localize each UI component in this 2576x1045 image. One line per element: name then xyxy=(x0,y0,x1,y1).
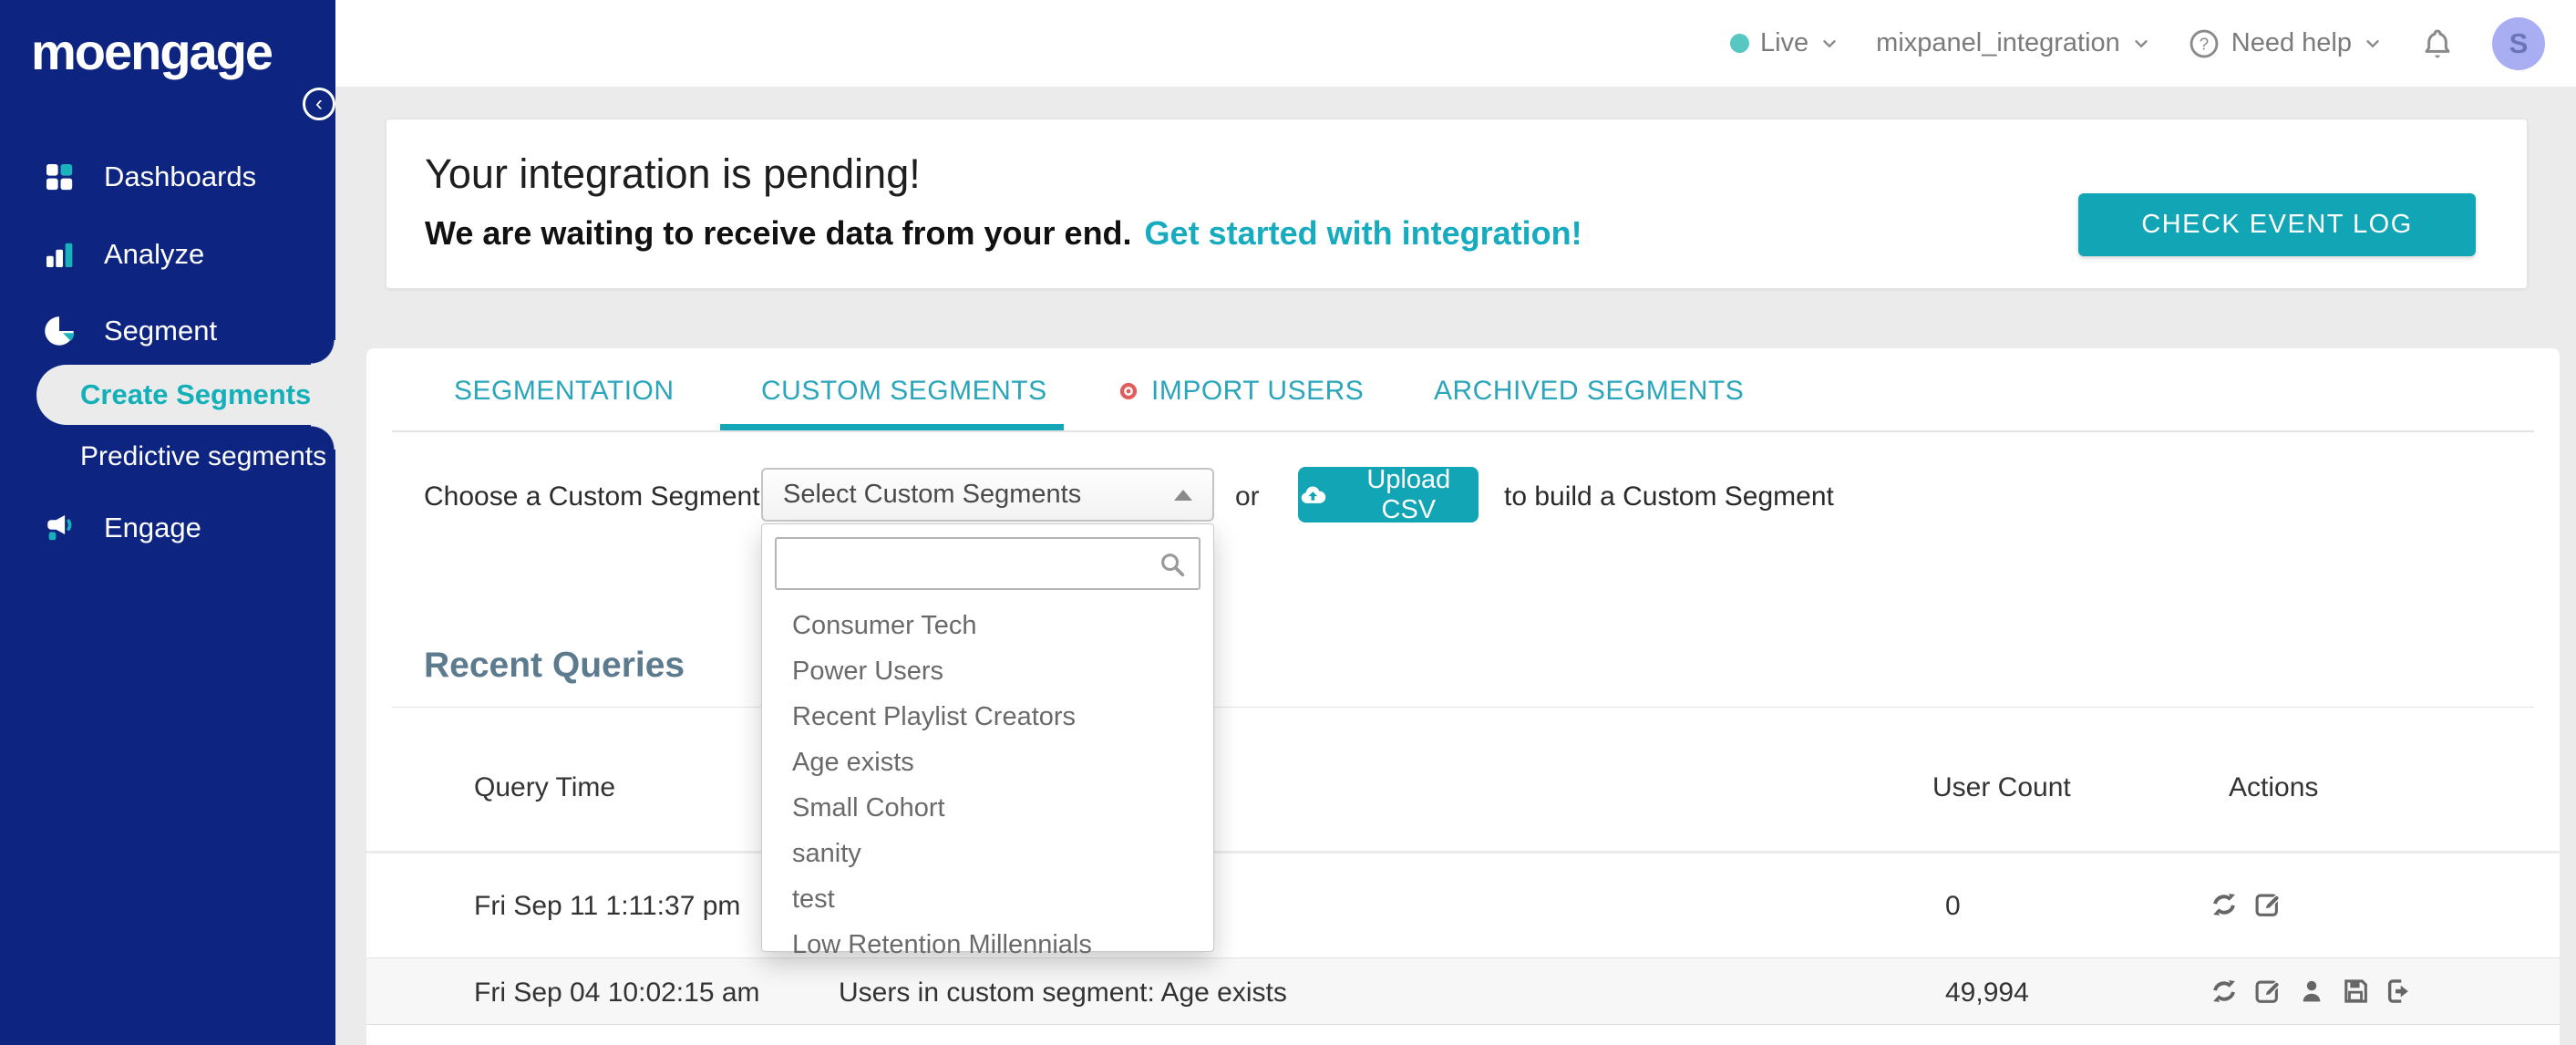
query-time-cell: Fri Sep 11 1:11:37 pm xyxy=(474,891,741,921)
search-icon xyxy=(1161,554,1185,577)
query-time-cell: Fri Sep 04 10:02:15 am xyxy=(474,978,760,1008)
refresh-icon[interactable] xyxy=(2209,976,2240,1007)
top-bar-right: Live mixpanel_integration ? Need help S xyxy=(1729,0,2545,87)
row-actions xyxy=(2209,976,2415,1007)
search-input[interactable] xyxy=(775,537,1200,590)
chevron-down-icon xyxy=(1823,39,1836,47)
pie-chart-icon xyxy=(45,316,75,346)
select-value: Select Custom Segments xyxy=(783,480,1082,509)
workspace-label: mixpanel_integration xyxy=(1876,28,2120,57)
tab-label: CUSTOM SEGMENTS xyxy=(761,376,1047,406)
active-tab-underline xyxy=(720,424,1064,430)
row-actions xyxy=(2209,889,2283,920)
sidebar-item-dashboards[interactable]: Dashboards xyxy=(0,149,335,205)
tab-label: ARCHIVED SEGMENTS xyxy=(1434,376,1745,406)
recent-queries-heading: Recent Queries xyxy=(424,646,685,685)
integration-banner: Your integration is pending! We are wait… xyxy=(386,119,2528,289)
save-icon[interactable] xyxy=(2340,976,2371,1007)
sidebar-corner-notch xyxy=(311,425,335,450)
help-label: Need help xyxy=(2231,28,2352,57)
bar-chart-icon xyxy=(46,243,73,267)
custom-segment-select[interactable]: Select Custom Segments xyxy=(761,468,1214,522)
column-header-user-count: User Count xyxy=(1932,772,2071,802)
tab-segmentation[interactable]: SEGMENTATION xyxy=(454,376,675,407)
tab-import-users[interactable]: IMPORT USERS xyxy=(1117,376,1364,407)
caret-up-icon xyxy=(1174,489,1192,501)
check-event-log-button[interactable]: CHECK EVENT LOG xyxy=(2078,193,2476,256)
top-bar: Live mixpanel_integration ? Need help S xyxy=(0,0,2576,87)
dropdown-option[interactable]: Low Retention Millennials xyxy=(762,922,1213,967)
upload-csv-button[interactable]: Upload CSV xyxy=(1298,464,1479,524)
grid-icon xyxy=(46,164,73,191)
target-icon xyxy=(1119,382,1138,400)
live-status-dot xyxy=(1729,34,1749,53)
cloud-upload-icon xyxy=(1301,485,1326,503)
column-header-query-time: Query Time xyxy=(474,772,616,802)
tab-label: IMPORT USERS xyxy=(1151,376,1365,406)
export-icon[interactable] xyxy=(2384,976,2415,1007)
table-header-divider xyxy=(366,851,2560,854)
dropdown-option[interactable]: Recent Playlist Creators xyxy=(762,694,1213,740)
row-divider xyxy=(366,1024,2560,1025)
environment-switcher[interactable]: Live xyxy=(1729,28,1839,58)
bell-icon[interactable] xyxy=(2419,26,2456,62)
tab-custom-segments[interactable]: CUSTOM SEGMENTS xyxy=(761,376,1047,407)
sidebar-item-label: Engage xyxy=(104,512,201,543)
tab-label: SEGMENTATION xyxy=(454,376,675,406)
banner-title: Your integration is pending! xyxy=(425,150,921,197)
dropdown-option[interactable]: Small Cohort xyxy=(762,785,1213,831)
workspace-switcher[interactable]: mixpanel_integration xyxy=(1876,28,2151,58)
megaphone-icon xyxy=(47,515,72,541)
sidebar-item-analyze[interactable]: Analyze xyxy=(0,226,335,283)
column-header-actions: Actions xyxy=(2229,772,2319,802)
dropdown-search-wrap xyxy=(775,537,1200,590)
edit-icon[interactable] xyxy=(2252,889,2283,920)
get-started-link[interactable]: Get started with integration! xyxy=(1145,214,1582,252)
sidebar-item-label: Predictive segments xyxy=(80,441,327,471)
sidebar-item-predictive-segments[interactable]: Predictive segments xyxy=(0,430,335,483)
divider xyxy=(392,707,2534,708)
query-cell: Users in custom segment: Age exists xyxy=(839,978,1287,1008)
sidebar-corner-notch xyxy=(311,340,335,365)
choose-segment-label: Choose a Custom Segment: xyxy=(424,481,768,512)
tabs-divider xyxy=(392,430,2534,432)
user-count-cell: 0 xyxy=(1945,891,1961,921)
moengage-logo: moengage xyxy=(31,23,273,80)
sidebar-item-label: Dashboards xyxy=(104,160,257,192)
user-avatar[interactable]: S xyxy=(2492,16,2545,70)
custom-segments-panel: SEGMENTATION CUSTOM SEGMENTS IMPORT USER… xyxy=(366,348,2560,1045)
upload-csv-label: Upload CSV xyxy=(1366,464,1451,524)
banner-subtitle-text: We are waiting to receive data from your… xyxy=(425,214,1132,252)
user-icon[interactable] xyxy=(2296,976,2327,1007)
sidebar-item-segment[interactable]: Segment xyxy=(0,303,335,359)
tab-archived-segments[interactable]: ARCHIVED SEGMENTS xyxy=(1434,376,1744,407)
banner-subtitle: We are waiting to receive data from your… xyxy=(425,214,1582,253)
help-menu[interactable]: ? Need help xyxy=(2188,27,2383,60)
custom-segment-dropdown: Consumer Tech Power Users Recent Playlis… xyxy=(761,523,1214,959)
environment-label: Live xyxy=(1759,28,1809,57)
svg-text:?: ? xyxy=(2200,34,2209,53)
refresh-icon[interactable] xyxy=(2209,889,2240,920)
dropdown-option[interactable]: Consumer Tech xyxy=(762,603,1213,648)
sidebar: moengage Dashboards Analyze Segment Crea… xyxy=(0,0,335,1045)
sidebar-item-label: Create Segments xyxy=(80,378,312,410)
dropdown-option[interactable]: sanity xyxy=(762,831,1213,876)
dropdown-option[interactable]: Age exists xyxy=(762,740,1213,785)
edit-icon[interactable] xyxy=(2252,976,2283,1007)
avatar-initial: S xyxy=(2509,26,2529,59)
dropdown-option[interactable]: Power Users xyxy=(762,648,1213,694)
build-segment-suffix: to build a Custom Segment xyxy=(1504,481,1834,512)
chevron-down-icon xyxy=(2366,39,2379,47)
sidebar-item-label: Segment xyxy=(104,315,218,347)
dropdown-option[interactable]: test xyxy=(762,876,1213,922)
sidebar-collapse-button[interactable]: ‹ xyxy=(303,88,335,120)
question-circle-icon: ? xyxy=(2190,29,2219,57)
sidebar-item-engage[interactable]: Engage xyxy=(0,500,335,556)
sidebar-item-label: Analyze xyxy=(104,238,205,270)
or-text: or xyxy=(1235,481,1260,512)
user-count-cell: 49,994 xyxy=(1945,978,2029,1008)
chevron-down-icon xyxy=(2135,39,2148,47)
sidebar-item-create-segments[interactable]: Create Segments xyxy=(36,365,335,425)
